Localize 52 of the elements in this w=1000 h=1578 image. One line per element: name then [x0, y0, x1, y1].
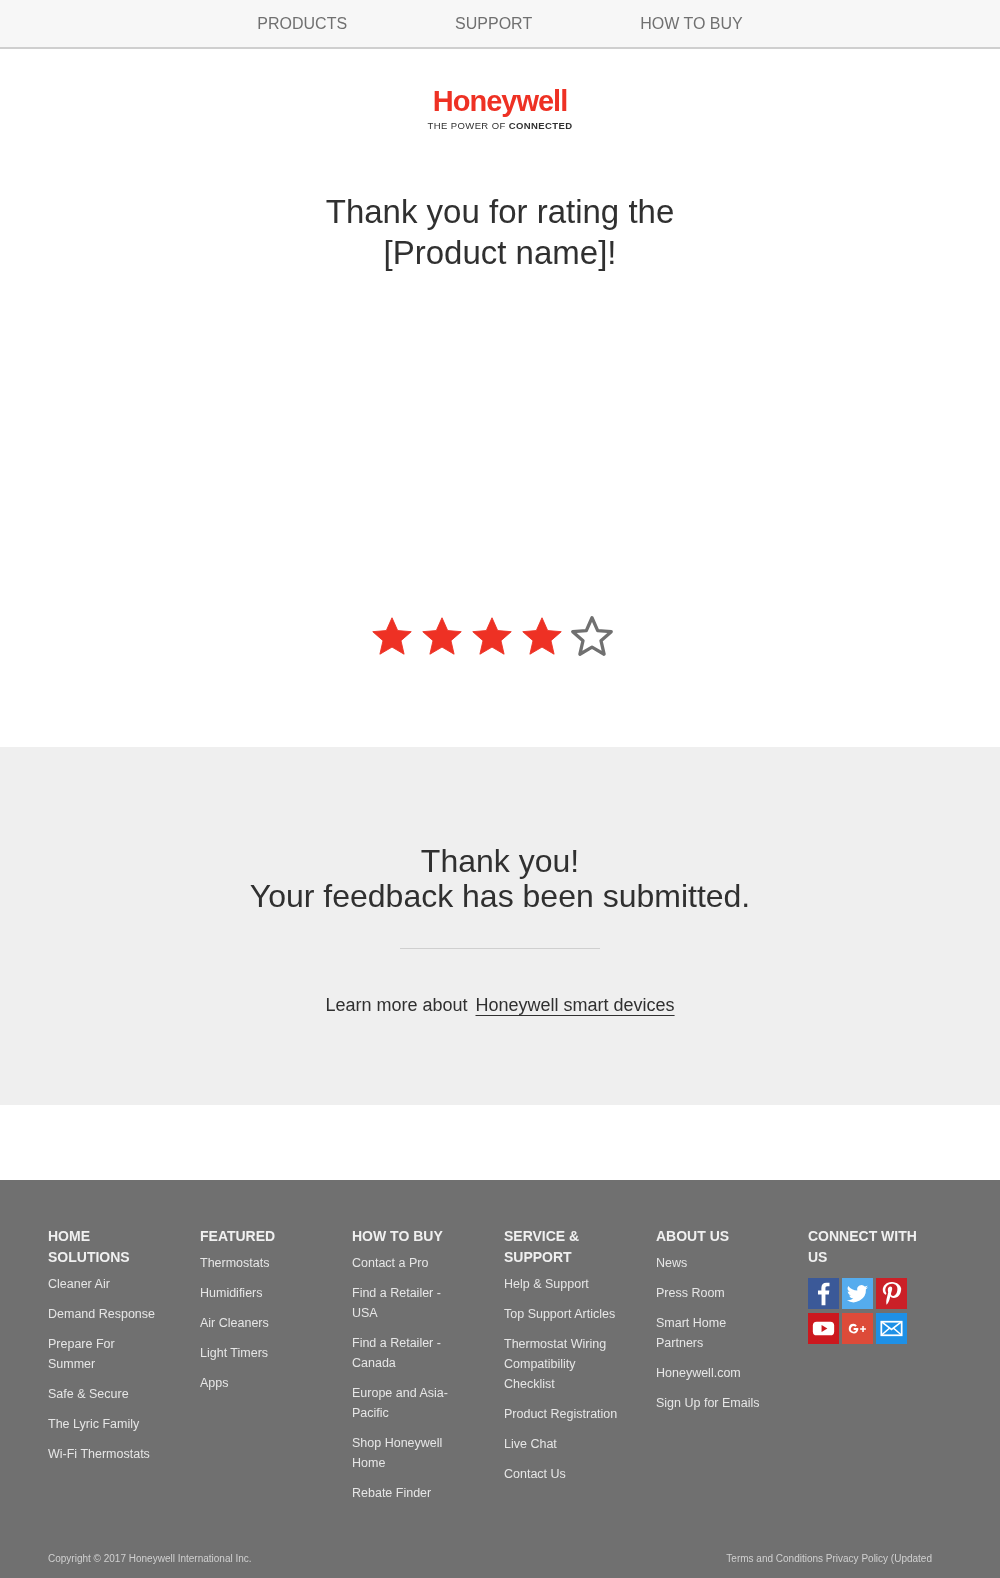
footer-link[interactable]: Demand Response [48, 1304, 162, 1324]
nav-link[interactable]: PRODUCTS [203, 14, 402, 33]
footer-link[interactable]: Honeywell.com [656, 1363, 770, 1383]
footer-link[interactable]: Apps [200, 1373, 314, 1393]
footer-link[interactable]: Sign Up for Emails [656, 1393, 770, 1413]
logo-tagline: THE POWER OF CONNECTED [427, 120, 573, 131]
footer-link[interactable]: News [656, 1253, 770, 1273]
footer-link[interactable]: Find a Retailer - Canada [352, 1333, 466, 1373]
footer-link[interactable]: Thermostats [200, 1253, 314, 1273]
pinterest-icon[interactable] [876, 1278, 907, 1309]
footer-link[interactable]: Smart Home Partners [656, 1313, 770, 1353]
empty-star-icon[interactable] [570, 615, 614, 659]
footer-link[interactable]: Light Timers [200, 1343, 314, 1363]
envelope-icon[interactable] [876, 1313, 907, 1344]
footer-link[interactable]: Cleaner Air [48, 1274, 162, 1294]
learn-more-text: Learn more about [325, 995, 468, 1016]
footer-heading: HOW TO BUY [352, 1227, 444, 1246]
footer-link[interactable]: The Lyric Family [48, 1414, 162, 1434]
confirmation-message: Your feedback has been submitted. [249, 879, 751, 914]
footer-link[interactable]: Help & Support [504, 1274, 618, 1294]
footer-link[interactable]: Prepare For Summer [48, 1334, 162, 1374]
copyright-text: Copyright © 2017 Honeywell International Inc. [48, 1553, 252, 1564]
confirmation-title: Thank you! [420, 844, 580, 879]
footer-link[interactable]: Rebate Finder [352, 1483, 466, 1503]
brand-logo[interactable]: Honeywell [432, 85, 568, 117]
footer-link[interactable]: Safe & Secure [48, 1384, 162, 1404]
footer-heading: HOME SOLUTIONS [48, 1227, 131, 1267]
footer-link[interactable]: Live Chat [504, 1434, 618, 1454]
nav-link[interactable]: HOW TO BUY [586, 14, 797, 33]
footer-link[interactable]: Europe and Asia-Pacific [352, 1383, 466, 1423]
footer-link[interactable]: Wi-Fi Thermostats [48, 1444, 162, 1464]
footer-link[interactable]: Product Registration [504, 1404, 618, 1424]
google-plus-icon[interactable] [842, 1313, 873, 1344]
footer-link[interactable]: Contact Us [504, 1464, 618, 1484]
footer-link[interactable]: Top Support Articles [504, 1304, 618, 1324]
play-icon[interactable] [808, 1313, 839, 1344]
rating-heading: Thank you for rating the [Product name]! [324, 192, 676, 273]
footer-link[interactable]: Thermostat Wiring Compatibility Checklist [504, 1334, 618, 1394]
footer-link[interactable]: Contact a Pro [352, 1253, 466, 1273]
footer-link[interactable]: Air Cleaners [200, 1313, 314, 1333]
nav-link[interactable]: SUPPORT [401, 14, 587, 33]
footer-link[interactable]: Shop Honeywell Home [352, 1433, 466, 1473]
footer-heading: ABOUT US [656, 1227, 731, 1246]
footer-heading: SERVICE & SUPPORT [504, 1227, 581, 1267]
footer-link[interactable]: Humidifiers [200, 1283, 314, 1303]
footer-link[interactable]: Find a Retailer - USA [352, 1283, 466, 1323]
facebook-icon[interactable] [808, 1278, 839, 1309]
footer-heading: CONNECT WITH US [808, 1227, 918, 1267]
learn-more-link[interactable]: Honeywell smart devices [475, 995, 675, 1016]
legal-links[interactable]: Terms and Conditions Privacy Policy (Updated [726, 1553, 932, 1564]
footer-heading: FEATURED [200, 1227, 277, 1246]
footer-link[interactable]: Press Room [656, 1283, 770, 1303]
